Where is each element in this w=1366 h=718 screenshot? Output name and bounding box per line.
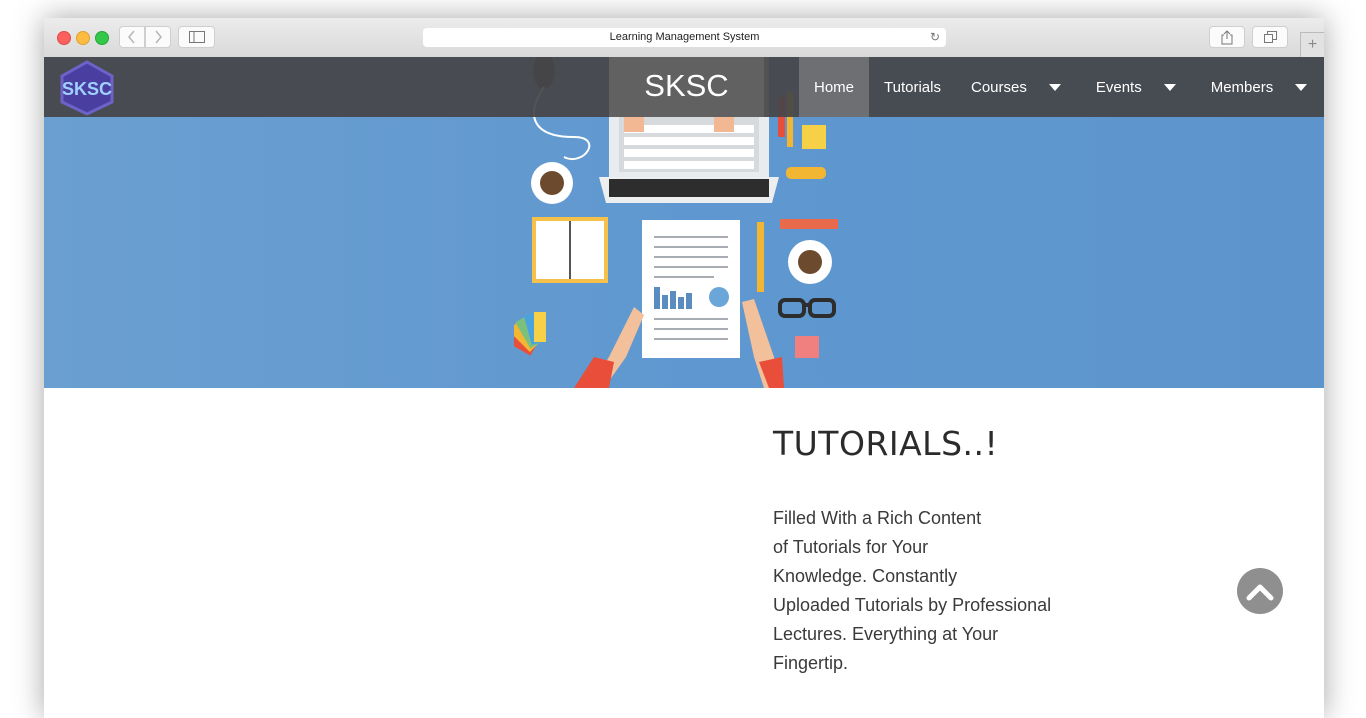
- description-line: Filled With a Rich Content: [773, 508, 982, 528]
- main-menu: Home Tutorials Courses Events Members: [799, 57, 1322, 117]
- back-button[interactable]: [119, 26, 145, 48]
- chevron-up-icon: [1246, 584, 1274, 601]
- description-line: Lectures. Everything at Your: [773, 624, 999, 644]
- site-brand[interactable]: SKSC: [609, 57, 764, 117]
- svg-text:SKSC: SKSC: [62, 79, 112, 99]
- address-text: Learning Management System: [609, 31, 760, 43]
- nav-courses-label: Courses: [970, 78, 1027, 96]
- section-description: Filled With a Rich Content of Tutorials …: [773, 504, 1083, 678]
- forward-button[interactable]: [145, 26, 171, 48]
- minimize-window-button[interactable]: [76, 31, 90, 45]
- chevron-right-icon: [155, 30, 162, 44]
- new-tab-button[interactable]: +: [1300, 32, 1324, 57]
- tab-overview-button[interactable]: [1252, 26, 1288, 48]
- close-window-button[interactable]: [57, 31, 71, 45]
- nav-tutorials[interactable]: Tutorials: [869, 57, 956, 117]
- scroll-to-top-button[interactable]: [1237, 568, 1283, 614]
- share-button[interactable]: [1209, 26, 1245, 48]
- sksc-logo[interactable]: SKSC: [58, 60, 116, 116]
- sidebar-toggle-button[interactable]: [178, 26, 215, 48]
- nav-tutorials-label: Tutorials: [884, 78, 941, 96]
- caret-down-icon: [1163, 83, 1176, 91]
- nav-events-label: Events: [1095, 78, 1142, 96]
- description-line: Uploaded Tutorials by Professional: [773, 595, 1052, 615]
- sidebar-icon: [188, 31, 205, 43]
- address-bar[interactable]: Learning Management System ↻: [423, 28, 946, 47]
- share-icon: [1221, 29, 1233, 44]
- section-title: TUTORIALS..!: [773, 424, 999, 463]
- tutorials-section: TUTORIALS..! Filled With a Rich Content …: [44, 388, 1324, 718]
- browser-window: Learning Management System ↻ + SKSC SKSC…: [44, 18, 1324, 718]
- caret-down-icon: [1295, 83, 1308, 91]
- tabs-icon: [1263, 31, 1277, 43]
- web-page: SKSC SKSC Home Tutorials Courses Events …: [44, 57, 1324, 718]
- nav-members-label: Members: [1210, 78, 1274, 96]
- description-line: Knowledge. Constantly: [773, 566, 958, 586]
- description-line: of Tutorials for Your: [773, 537, 929, 557]
- nav-home[interactable]: Home: [799, 57, 870, 117]
- nav-courses[interactable]: Courses: [956, 57, 1081, 117]
- chevron-left-icon: [128, 30, 135, 44]
- browser-toolbar: Learning Management System ↻ +: [44, 18, 1324, 58]
- nav-home-label: Home: [814, 78, 855, 96]
- site-navbar: SKSC SKSC Home Tutorials Courses Events …: [44, 57, 1324, 117]
- description-line: Fingertip.: [773, 653, 849, 673]
- hero-banner: SKSC SKSC Home Tutorials Courses Events …: [44, 57, 1324, 388]
- nav-events[interactable]: Events: [1081, 57, 1196, 117]
- zoom-window-button[interactable]: [95, 31, 109, 45]
- nav-members[interactable]: Members: [1196, 57, 1323, 117]
- reload-icon[interactable]: ↻: [930, 28, 940, 47]
- caret-down-icon: [1048, 83, 1061, 91]
